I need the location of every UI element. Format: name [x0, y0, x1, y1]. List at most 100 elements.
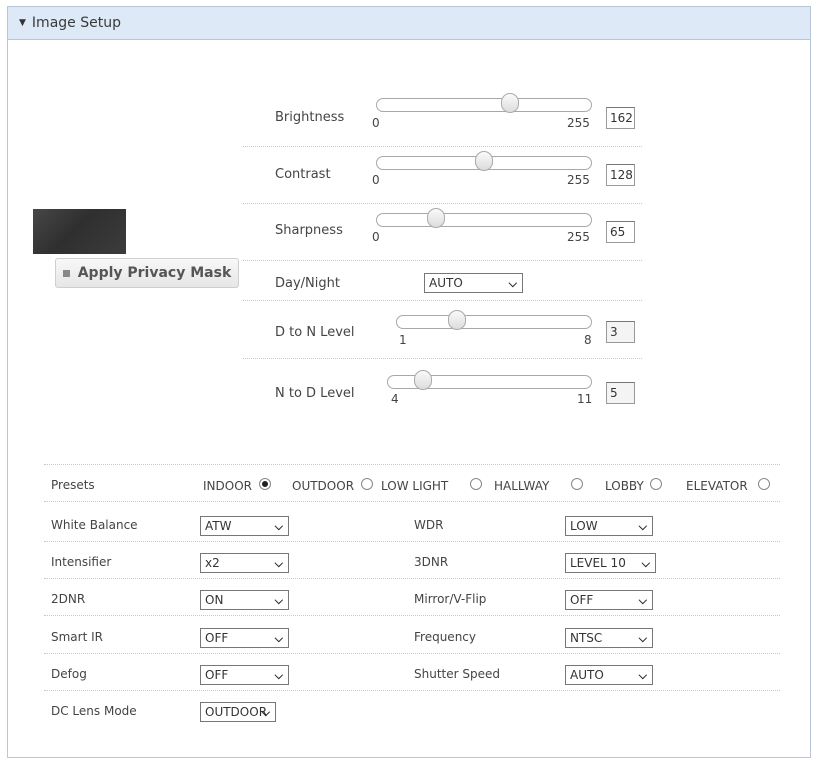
brightness-slider[interactable] [376, 93, 592, 113]
chevron-down-icon: ⌵ [638, 520, 647, 533]
preset-indoor-label: INDOOR [203, 479, 252, 493]
day-night-select[interactable]: AUTO ⌵ [424, 273, 523, 293]
divider [44, 653, 780, 654]
sharpness-slider-thumb[interactable] [427, 208, 445, 228]
preset-hallway-label: HALLWAY [494, 479, 550, 493]
contrast-slider-thumb[interactable] [475, 151, 493, 171]
preset-indoor-radio[interactable] [259, 478, 271, 490]
frequency-label: Frequency [414, 630, 476, 644]
chevron-down-icon: ⌵ [274, 520, 283, 533]
3dnr-label: 3DNR [414, 555, 449, 569]
contrast-value-input[interactable]: 128 [606, 164, 635, 186]
intensifier-select[interactable]: x2 ⌵ [200, 553, 289, 573]
sharpness-max: 255 [567, 230, 590, 244]
3dnr-select[interactable]: LEVEL 10 ⌵ [565, 553, 656, 573]
n-to-d-min: 4 [391, 392, 399, 406]
divider [243, 358, 642, 359]
d-to-n-label: D to N Level [275, 325, 355, 340]
chevron-down-icon: ⌵ [274, 632, 283, 645]
contrast-label: Contrast [275, 167, 331, 182]
n-to-d-slider-thumb[interactable] [414, 370, 432, 390]
day-night-value: AUTO [429, 276, 463, 290]
white-balance-select[interactable]: ATW ⌵ [200, 516, 289, 536]
mirror-v-flip-label: Mirror/V-Flip [414, 592, 487, 606]
divider [44, 541, 780, 542]
chevron-down-icon: ⌵ [274, 669, 283, 682]
brightness-label: Brightness [275, 110, 345, 125]
dc-lens-mode-label: DC Lens Mode [51, 704, 137, 718]
chevron-down-icon: ⌵ [638, 594, 647, 607]
preset-low-light-label: LOW LIGHT [381, 479, 449, 493]
presets-label: Presets [51, 478, 95, 492]
dc-lens-mode-value: OUTDOOR [205, 705, 268, 719]
n-to-d-value-input[interactable]: 5 [606, 382, 635, 404]
sharpness-min: 0 [372, 230, 380, 244]
divider [44, 578, 780, 579]
d-to-n-value-input[interactable]: 3 [606, 321, 635, 343]
contrast-max: 255 [567, 173, 590, 187]
chevron-down-icon: ⌵ [274, 594, 283, 607]
shutter-speed-label: Shutter Speed [414, 667, 500, 681]
divider [243, 146, 642, 147]
contrast-slider[interactable] [376, 151, 592, 171]
apply-privacy-mask-button[interactable]: Apply Privacy Mask [55, 258, 239, 288]
n-to-d-max: 11 [577, 392, 593, 406]
collapse-arrow-icon[interactable]: ▼ [19, 18, 26, 28]
n-to-d-label: N to D Level [275, 386, 355, 401]
square-icon [62, 269, 70, 277]
wdr-select[interactable]: LOW ⌵ [565, 516, 653, 536]
wdr-value: LOW [570, 519, 598, 533]
frequency-select[interactable]: NTSC ⌵ [565, 628, 653, 648]
preset-outdoor-radio[interactable] [361, 478, 373, 490]
day-night-label: Day/Night [275, 276, 340, 291]
brightness-value-input[interactable]: 162 [606, 107, 635, 129]
preset-lobby-label: LOBBY [605, 479, 644, 493]
smart-ir-label: Smart IR [51, 630, 103, 644]
dc-lens-mode-select[interactable]: OUTDOOR ⌵ [200, 702, 276, 722]
smart-ir-select[interactable]: OFF ⌵ [200, 628, 289, 648]
d-to-n-slider-thumb[interactable] [448, 310, 466, 330]
d-to-n-slider[interactable] [396, 310, 592, 330]
chevron-down-icon: ⌵ [638, 669, 647, 682]
preset-elevator-label: ELEVATOR [686, 479, 748, 493]
2dnr-value: ON [205, 593, 224, 607]
divider [44, 501, 780, 502]
brightness-max: 255 [567, 116, 590, 130]
intensifier-value: x2 [205, 556, 220, 570]
brightness-slider-thumb[interactable] [501, 93, 519, 113]
chevron-down-icon: ⌵ [274, 557, 283, 570]
defog-label: Defog [51, 667, 87, 681]
divider [243, 260, 642, 261]
n-to-d-slider[interactable] [387, 370, 592, 390]
mirror-v-flip-value: OFF [570, 593, 594, 607]
preset-elevator-radio[interactable] [758, 478, 770, 490]
mirror-v-flip-select[interactable]: OFF ⌵ [565, 590, 653, 610]
preset-lobby-radio[interactable] [650, 478, 662, 490]
d-to-n-max: 8 [584, 333, 592, 347]
2dnr-select[interactable]: ON ⌵ [200, 590, 289, 610]
chevron-down-icon: ⌵ [638, 632, 647, 645]
sharpness-slider[interactable] [376, 208, 592, 228]
panel-title: Image Setup [31, 15, 121, 31]
white-balance-label: White Balance [51, 518, 138, 532]
shutter-speed-select[interactable]: AUTO ⌵ [565, 665, 653, 685]
panel-header[interactable]: ▼ Image Setup [8, 7, 810, 40]
smart-ir-value: OFF [205, 631, 229, 645]
chevron-down-icon: ⌵ [641, 557, 650, 570]
brightness-min: 0 [372, 116, 380, 130]
sharpness-label: Sharpness [275, 223, 343, 238]
defog-value: OFF [205, 668, 229, 682]
wdr-label: WDR [414, 518, 444, 532]
3dnr-value: LEVEL 10 [570, 556, 626, 570]
sharpness-value-input[interactable]: 65 [606, 221, 635, 243]
privacy-mask-label: Apply Privacy Mask [77, 265, 232, 281]
chevron-down-icon: ⌵ [508, 277, 517, 290]
frequency-value: NTSC [570, 631, 603, 645]
preset-hallway-radio[interactable] [571, 478, 583, 490]
divider [44, 690, 780, 691]
defog-select[interactable]: OFF ⌵ [200, 665, 289, 685]
divider [44, 464, 780, 465]
chevron-down-icon: ⌵ [261, 706, 270, 719]
preset-low-light-radio[interactable] [470, 478, 482, 490]
video-preview [33, 209, 126, 254]
